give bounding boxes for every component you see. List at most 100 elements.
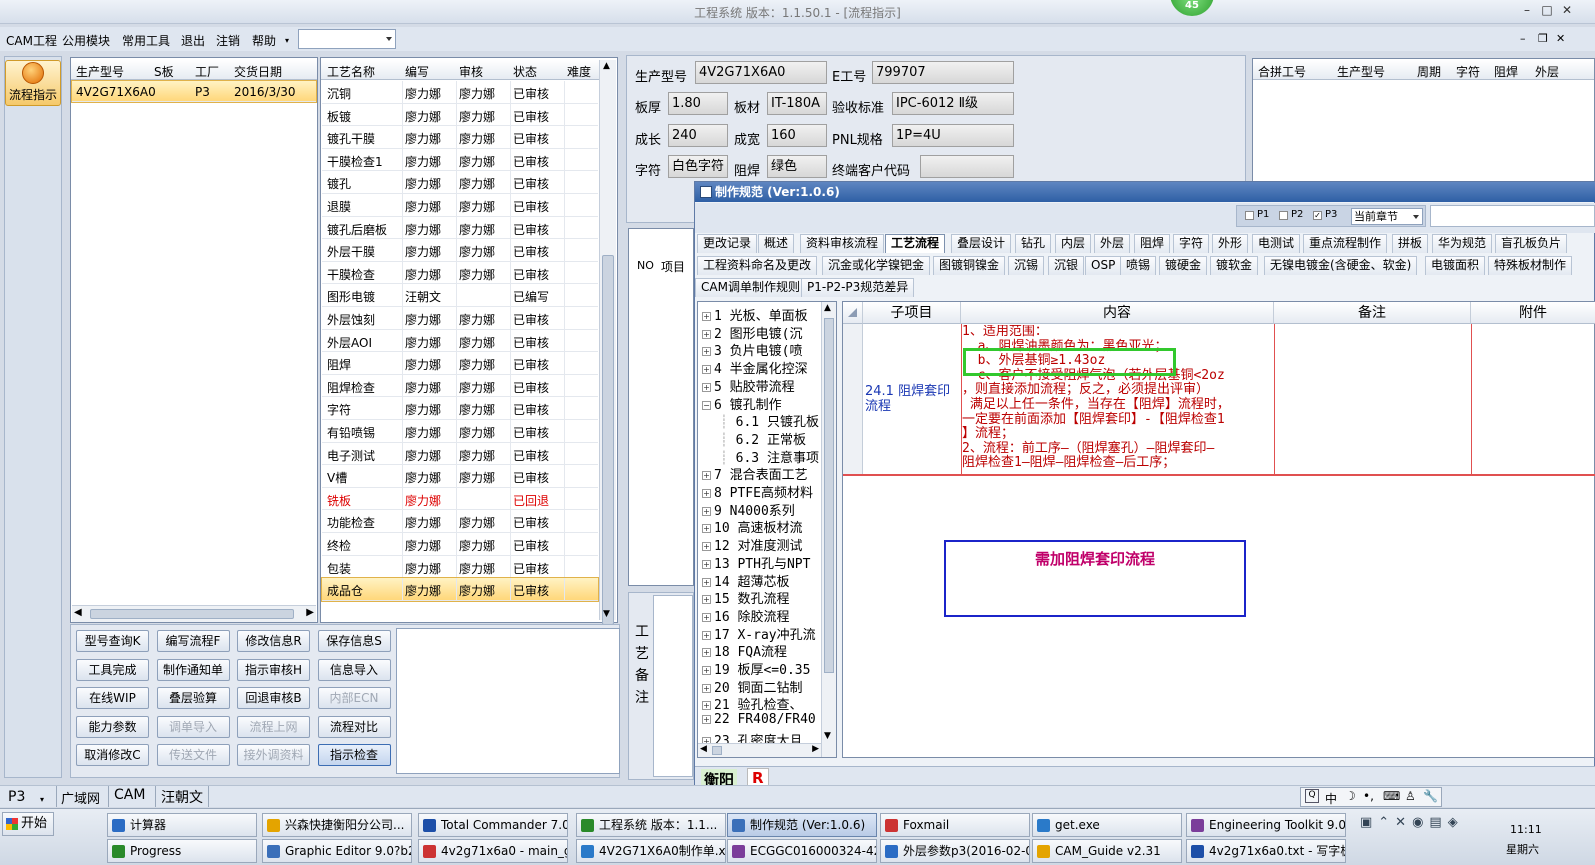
search-input[interactable] <box>1430 205 1595 227</box>
p3-checkbox[interactable]: ✓ <box>1313 211 1322 220</box>
tree-item[interactable]: ┊ 6.2 正常板 <box>720 429 806 448</box>
tree-item[interactable]: +4 半金属化控深 <box>702 358 808 377</box>
action-button[interactable]: 叠层验算 <box>156 687 230 710</box>
menu-exit[interactable]: 退出 <box>181 32 205 49</box>
tab[interactable]: 叠层设计 <box>951 234 1012 253</box>
tab[interactable]: 盲孔板负片 <box>1495 234 1568 253</box>
col-remark[interactable]: 备注 <box>1274 302 1471 324</box>
taskbar-button[interactable]: 4v2g71x6a0.txt - 写字板 <box>1186 839 1346 863</box>
taskbar-button[interactable]: Progress <box>107 839 257 863</box>
table-row[interactable]: 外层AOI 廖力娜 廖力娜 已审核 <box>322 329 598 353</box>
table-row[interactable]: 镀孔后磨板 廖力娜 廖力娜 已审核 <box>322 216 598 240</box>
table-row[interactable]: 功能检查 廖力娜 廖力娜 已审核 <box>322 510 598 533</box>
note-box[interactable] <box>396 628 620 774</box>
maximize-button[interactable]: □ <box>1538 3 1556 17</box>
clock[interactable]: 11:11 <box>1510 823 1542 836</box>
action-button[interactable]: 流程上网 <box>237 715 310 738</box>
expand-icon[interactable]: + <box>702 347 711 357</box>
action-button[interactable]: 内部ECN <box>317 687 391 710</box>
action-button[interactable]: 指示检查 <box>317 744 391 767</box>
field-width[interactable]: 160 <box>767 124 827 147</box>
field-model[interactable]: 4V2G71X6A0 <box>695 61 827 84</box>
expand-icon[interactable]: + <box>702 648 711 658</box>
help-dropdown-icon[interactable]: ▾ <box>285 36 289 45</box>
col-content[interactable]: 内容 <box>961 302 1274 324</box>
menu-help[interactable]: 帮助 <box>252 32 276 49</box>
taskbar-button[interactable]: 工程系统 版本：1.1... <box>576 813 726 837</box>
table-row[interactable]: 退膜 廖力娜 廖力娜 已审核 <box>322 194 598 217</box>
expand-icon[interactable]: + <box>702 577 711 587</box>
tab[interactable]: P1-P2-P3规范差异 <box>801 278 915 297</box>
col-status[interactable]: 状态 <box>513 63 537 80</box>
tree-item[interactable]: +22 FR408/FR40 <box>702 712 816 727</box>
taskbar-button[interactable]: Engineering Toolkit 9.0... <box>1186 813 1346 837</box>
tree-item[interactable]: +15 数孔流程 <box>702 588 789 607</box>
tab[interactable]: 喷锡 <box>1120 256 1157 275</box>
table-row[interactable]: 镀孔干膜 廖力娜 廖力娜 已审核 <box>322 126 598 149</box>
tree-item[interactable]: +7 混合表面工艺 <box>702 464 808 483</box>
expand-icon[interactable]: + <box>702 489 711 498</box>
field-mask[interactable]: 绿色 <box>767 155 827 178</box>
tab[interactable]: 沉锡 <box>1008 256 1045 275</box>
expand-icon[interactable]: + <box>702 701 711 711</box>
menu-combo[interactable] <box>298 29 396 49</box>
expand-icon[interactable]: − <box>702 400 711 410</box>
col-r-char[interactable]: 字符 <box>1456 63 1480 80</box>
action-button[interactable]: 工具完成 <box>76 658 149 681</box>
col-attachment[interactable]: 附件 <box>1471 302 1595 324</box>
p2-checkbox[interactable] <box>1279 211 1288 220</box>
action-button[interactable]: 保存信息S <box>317 630 391 652</box>
action-button[interactable]: 传送文件 <box>156 744 230 767</box>
taskbar-button[interactable]: 4v2g71x6a0 - main_ga... <box>418 839 568 863</box>
tab[interactable]: 钻孔 <box>1015 234 1052 253</box>
tree-item[interactable]: +21 验孔检查、 <box>702 694 802 713</box>
tree-item[interactable]: +17 X-ray冲孔流 <box>702 624 816 643</box>
taskbar-button[interactable]: ECGGC016000324-42(4... <box>727 839 877 863</box>
start-button[interactable]: 开始 <box>2 812 54 836</box>
table-row[interactable]: 干膜检查1 廖力娜 廖力娜 已审核 <box>322 148 598 172</box>
expand-icon[interactable]: + <box>702 382 711 392</box>
field-pnl[interactable]: 1P=4U <box>892 124 1014 147</box>
tree-item[interactable]: −6 镀孔制作 <box>702 394 782 413</box>
tree-item[interactable]: +2 图形电镀(沉 <box>702 323 802 342</box>
taskbar-button[interactable]: 外层参数p3(2016-02-0... <box>880 839 1030 863</box>
factory-select[interactable]: P3 <box>8 789 25 805</box>
menu-public[interactable]: 公用模块 <box>62 32 110 49</box>
user-icon[interactable]: ♙ <box>1405 789 1416 803</box>
tree-horizontal-scrollbar[interactable]: ◀ ▶ <box>698 743 821 757</box>
col-cycle[interactable]: 周期 <box>1417 63 1441 80</box>
expand-icon[interactable]: + <box>702 471 711 481</box>
tree-item[interactable]: +16 除胶流程 <box>702 606 789 625</box>
action-button[interactable]: 取消修改C <box>76 744 149 767</box>
action-button[interactable]: 回退审核B <box>237 687 310 710</box>
tab[interactable]: 内层 <box>1055 234 1092 253</box>
action-button[interactable]: 接外调资料 <box>237 744 310 767</box>
expand-icon[interactable]: + <box>702 329 711 339</box>
field-char[interactable]: 白色字符 <box>668 155 728 178</box>
tree-item[interactable]: +19 板厚<=0.35 <box>702 659 810 678</box>
taskbar-button[interactable]: Graphic Editor 9.0?b2 (... <box>262 839 412 863</box>
field-customer[interactable] <box>920 155 1014 178</box>
expand-icon[interactable]: + <box>702 666 711 675</box>
horizontal-scrollbar[interactable]: ◀ ▶ <box>72 605 316 622</box>
chapter-select[interactable]: 当前章节 <box>1351 208 1423 225</box>
taskbar-button[interactable]: 4V2G71X6A0制作单.xls <box>576 839 726 863</box>
action-button[interactable]: 调单导入 <box>156 715 230 738</box>
taskbar-button[interactable]: 制作规范 (Ver:1.0.6) <box>727 813 877 837</box>
tab[interactable]: 华为规范 <box>1432 234 1493 253</box>
taskbar-button[interactable]: CAM_Guide v2.31 <box>1032 839 1182 863</box>
col-subitem[interactable]: 子项目 <box>863 302 961 324</box>
expand-icon[interactable]: + <box>702 506 711 516</box>
tab[interactable]: 特殊板材制作 <box>1488 256 1573 275</box>
action-button[interactable]: 在线WIP <box>76 687 149 710</box>
tab[interactable]: 重点流程制作 <box>1303 234 1388 253</box>
table-row[interactable]: 4V2G71X6A0 P3 2016/3/30 <box>71 80 317 103</box>
menu-logout[interactable]: 注销 <box>216 32 240 49</box>
tab[interactable]: 概述 <box>758 234 795 253</box>
taskbar-button[interactable]: Total Commander 7.0 p... <box>418 813 568 837</box>
col-s[interactable]: S板 <box>154 63 174 80</box>
tree-vertical-scrollbar[interactable]: ▲ ▼ <box>821 302 836 757</box>
expand-icon[interactable]: + <box>702 312 711 321</box>
action-button[interactable]: 制作通知单 <box>156 658 230 681</box>
tab[interactable]: 外形 <box>1212 234 1249 253</box>
